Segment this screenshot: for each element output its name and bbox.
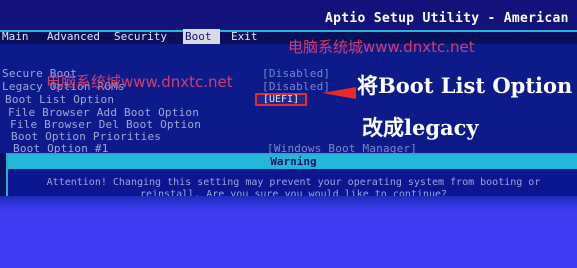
setting-boot-list-option[interactable]: Boot List Option <box>5 93 114 106</box>
tab-advanced[interactable]: Advanced <box>45 29 102 44</box>
dialog-title: Warning <box>270 155 317 168</box>
red-arrow-icon <box>322 87 356 99</box>
watermark-text: 电脑系统城www.dnxtc.net <box>288 38 475 56</box>
setting-label: Boot List Option <box>5 93 115 106</box>
dialog-title-bar: Warning <box>8 155 577 169</box>
bottom-area <box>0 209 577 268</box>
annotation-text: 改成legacy <box>362 115 479 140</box>
tab-boot[interactable]: Boot <box>183 29 220 44</box>
app-title: Aptio Setup Utility - American Meg <box>325 11 577 26</box>
annotation-text: 将Boot List Option <box>357 73 573 98</box>
dialog-message: Attention! Changing this setting may pre… <box>46 177 541 188</box>
dialog-bottom-edge <box>0 196 577 210</box>
setting-value: [Disabled] <box>262 67 331 80</box>
tab-security[interactable]: Security <box>112 29 169 44</box>
tab-main[interactable]: Main <box>0 29 31 44</box>
watermark-text: 电脑系统城www.dnxtc.net <box>46 73 233 91</box>
bios-screen: Aptio Setup Utility - American Meg Main … <box>0 0 577 268</box>
boot-list-option-value[interactable]: [UEFI] <box>255 93 307 106</box>
tab-exit[interactable]: Exit <box>229 29 260 44</box>
